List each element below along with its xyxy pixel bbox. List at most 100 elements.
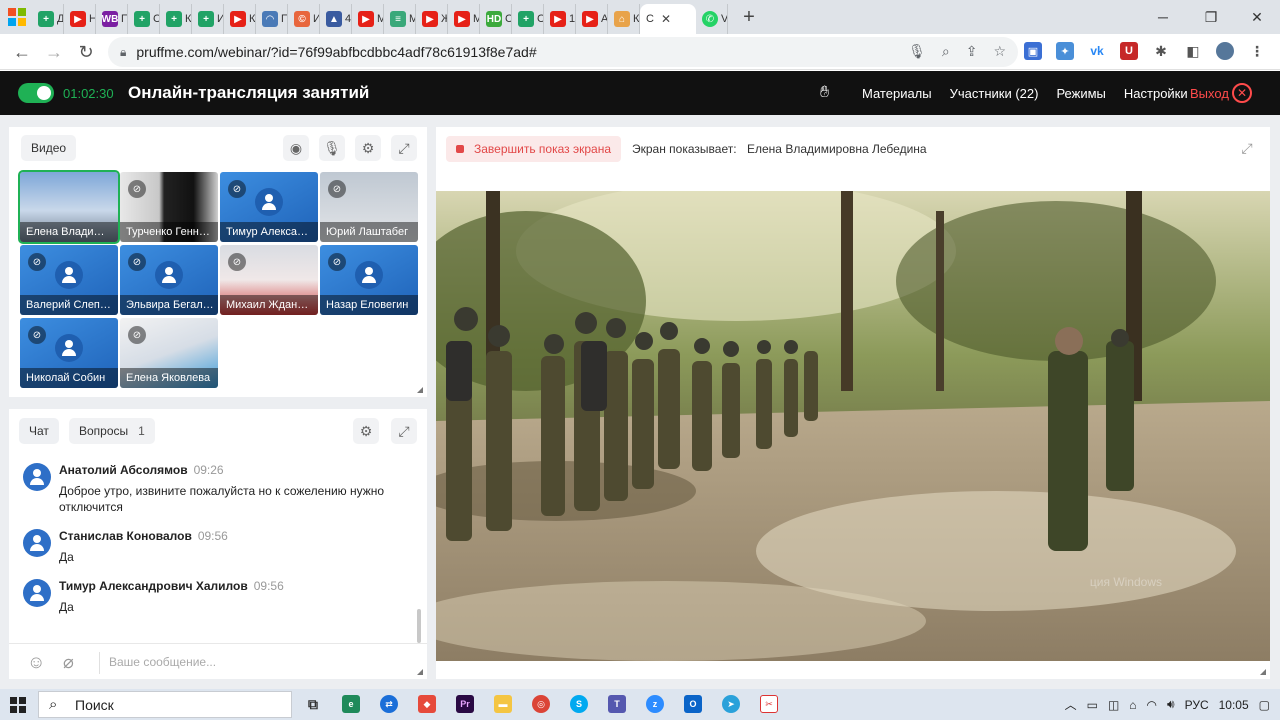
camera-icon[interactable]: ◉: [283, 135, 309, 161]
bookmark-star-icon[interactable]: ☆: [993, 43, 1006, 60]
participant-tile[interactable]: ⊘ Юрий Лаштабег: [320, 172, 418, 242]
chrome-icon[interactable]: ◎: [532, 695, 550, 713]
close-window-icon[interactable]: ✕: [1234, 0, 1280, 34]
tab-chat[interactable]: Чат: [19, 418, 59, 444]
participant-tile[interactable]: ⊘ Эльвира Бегал…: [120, 245, 218, 315]
edge-icon[interactable]: e: [342, 695, 360, 713]
participant-tile[interactable]: Елена Влади…: [18, 170, 120, 244]
puzzle-extension-icon[interactable]: ✦: [1056, 42, 1074, 60]
nav-modes[interactable]: Режимы: [1056, 86, 1105, 101]
menu-kebab-icon[interactable]: ⋮: [1248, 42, 1266, 60]
participant-tile[interactable]: ⊘ Николай Собин: [20, 318, 118, 388]
participant-tile[interactable]: ⊘ Тимур Алекса…: [220, 172, 318, 242]
browser-tab[interactable]: ▶ К: [224, 4, 256, 34]
extensions-icon[interactable]: ✱: [1152, 42, 1170, 60]
browser-tab[interactable]: +И: [192, 4, 224, 34]
teams-icon[interactable]: T: [608, 695, 626, 713]
reload-icon[interactable]: ↻: [70, 36, 102, 68]
chat-settings-gear-icon[interactable]: ⚙: [353, 418, 379, 444]
side-panel-icon[interactable]: ◧: [1184, 42, 1202, 60]
browser-tab[interactable]: +С: [512, 4, 544, 34]
nav-materials[interactable]: Материалы: [862, 86, 932, 101]
browser-tab[interactable]: ▶Ж: [416, 4, 448, 34]
tray-chevron-icon[interactable]: ︿: [1065, 696, 1077, 713]
meet-now-icon[interactable]: ◫: [1108, 698, 1119, 712]
raise-hand-icon[interactable]: ✋︎: [820, 84, 829, 102]
browser-tab[interactable]: ⌂ К: [608, 4, 640, 34]
taskbar-clock[interactable]: 10:05: [1219, 698, 1249, 712]
exit-link[interactable]: Выход: [1190, 86, 1229, 101]
participant-tile[interactable]: ⊘ Валерий Слеп…: [20, 245, 118, 315]
extension-blue-icon[interactable]: ▣: [1024, 42, 1042, 60]
browser-tab[interactable]: ▶M: [448, 4, 480, 34]
browser-tab[interactable]: ▶Н: [64, 4, 96, 34]
anydesk-icon[interactable]: ◆: [418, 695, 436, 713]
browser-tab-active[interactable]: С ✕: [640, 4, 696, 34]
resize-handle-icon[interactable]: [1260, 669, 1266, 675]
expand-screen-icon[interactable]: ⤢: [1234, 135, 1260, 161]
browser-tab[interactable]: ▲ 4: [320, 4, 352, 34]
microphone-icon[interactable]: 🎙︎: [908, 43, 926, 60]
browser-tab-whatsapp[interactable]: ✆ V: [696, 4, 728, 34]
close-tab-icon[interactable]: ✕: [661, 12, 671, 26]
resize-handle-icon[interactable]: [417, 387, 423, 393]
resize-handle-icon[interactable]: [417, 669, 423, 675]
nav-settings[interactable]: Настройки: [1124, 86, 1188, 101]
teamviewer-icon[interactable]: ⇄: [380, 695, 398, 713]
new-tab-button[interactable]: +: [736, 4, 762, 30]
tab-questions[interactable]: Вопросы 1: [69, 418, 155, 444]
premiere-icon[interactable]: Pr: [456, 695, 474, 713]
browser-tab[interactable]: ▶ А: [576, 4, 608, 34]
expand-chat-icon[interactable]: ⤢: [391, 418, 417, 444]
language-indicator[interactable]: РУС: [1185, 698, 1209, 712]
participant-tile[interactable]: ⊘ Михаил Ждан…: [220, 245, 318, 315]
participant-tile[interactable]: ⊘ Елена Яковлева: [120, 318, 218, 388]
minimize-icon[interactable]: ─: [1140, 0, 1186, 34]
exit-close-icon[interactable]: ✕: [1232, 83, 1252, 103]
restore-icon[interactable]: ❐: [1188, 0, 1234, 34]
broadcast-toggle[interactable]: [18, 83, 54, 103]
browser-tab[interactable]: +С: [128, 4, 160, 34]
start-menu-icon[interactable]: [10, 697, 26, 713]
attachment-icon[interactable]: ⌀: [63, 652, 74, 673]
participant-tile[interactable]: ⊘ Турченко Генн…: [120, 172, 218, 242]
browser-tab[interactable]: HDС: [480, 4, 512, 34]
telegram-icon[interactable]: ➤: [722, 695, 740, 713]
chat-scrollbar[interactable]: [417, 609, 421, 643]
task-view-icon[interactable]: ⧉: [304, 695, 322, 713]
browser-tab[interactable]: WBП: [96, 4, 128, 34]
taskbar-search-box[interactable]: ⌕ Поиск: [38, 691, 292, 718]
browser-tab[interactable]: ▶ 1: [544, 4, 576, 34]
snipping-tool-icon[interactable]: ✂: [760, 695, 778, 713]
participant-tile[interactable]: ⊘ Назар Еловегин: [320, 245, 418, 315]
battery-icon[interactable]: ▭: [1087, 698, 1098, 712]
browser-tab[interactable]: ▶M: [352, 4, 384, 34]
browser-tab[interactable]: ©И: [288, 4, 320, 34]
emoji-icon[interactable]: ☺: [27, 652, 45, 673]
outlook-icon[interactable]: O: [684, 695, 702, 713]
profile-avatar[interactable]: [1216, 42, 1234, 60]
browser-tab[interactable]: + К: [160, 4, 192, 34]
wifi-icon[interactable]: ◠: [1147, 698, 1157, 712]
video-settings-gear-icon[interactable]: ⚙: [355, 135, 381, 161]
volume-icon[interactable]: 🔊︎: [1167, 697, 1175, 712]
browser-tab[interactable]: + Д: [32, 4, 64, 34]
zoom-app-icon[interactable]: z: [646, 695, 664, 713]
extension-red-icon[interactable]: U: [1120, 42, 1138, 60]
stop-screen-share-button[interactable]: Завершить показ экрана: [446, 136, 622, 162]
url-field[interactable]: 🔒︎ pruffme.com/webinar/?id=76f99abfbcdbb…: [108, 37, 1018, 67]
zoom-icon[interactable]: ⌕: [942, 43, 950, 60]
file-explorer-icon[interactable]: ▬: [494, 695, 512, 713]
chat-message-input[interactable]: [109, 650, 409, 674]
notifications-icon[interactable]: ▢: [1259, 698, 1270, 712]
network-icon[interactable]: ⌂: [1129, 698, 1136, 712]
browser-tab[interactable]: ◠П: [256, 4, 288, 34]
back-icon[interactable]: ←: [6, 36, 38, 68]
microphone-toggle-icon[interactable]: 🎙︎: [319, 135, 345, 161]
browser-tab[interactable]: ≡M: [384, 4, 416, 34]
share-icon[interactable]: ⇪: [966, 43, 978, 60]
skype-icon[interactable]: S: [570, 695, 588, 713]
forward-icon[interactable]: →: [38, 36, 70, 68]
nav-participants[interactable]: Участники (22): [950, 86, 1039, 101]
vk-icon[interactable]: vk: [1088, 42, 1106, 60]
